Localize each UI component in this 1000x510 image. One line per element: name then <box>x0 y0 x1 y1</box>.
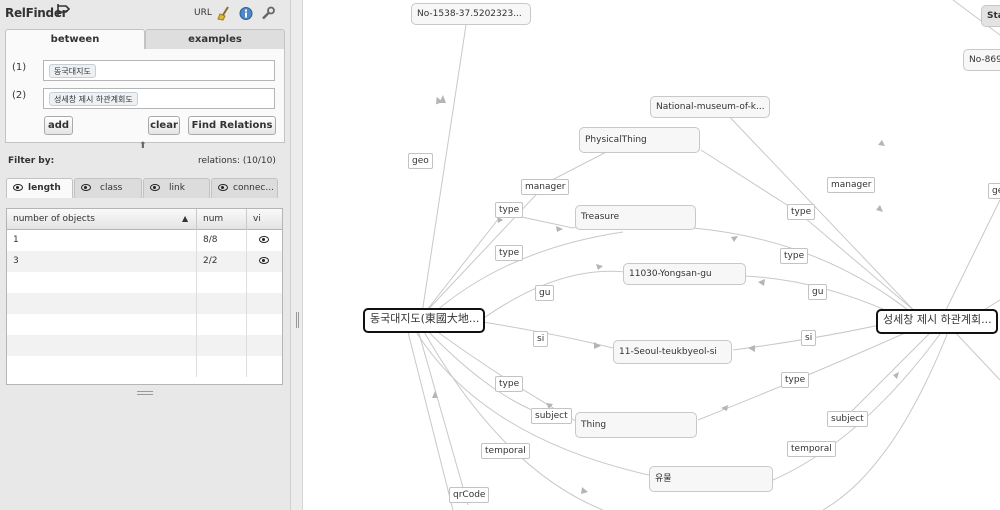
table-header: number of objects ▲ num vi <box>7 209 282 230</box>
wrench-icon[interactable] <box>261 6 275 21</box>
node-treasure[interactable]: Treasure <box>575 205 696 230</box>
filter-table: number of objects ▲ num vi 1 8/8 3 2/2 <box>6 208 283 385</box>
cell-num: 2/2 <box>197 251 247 272</box>
node-museum[interactable]: National-museum-of-k... <box>650 96 770 118</box>
edge-line <box>952 329 1000 381</box>
eye-icon[interactable] <box>259 257 269 264</box>
filter-tab-length[interactable]: length <box>6 178 73 198</box>
empty-row <box>7 356 282 377</box>
empty-row <box>7 293 282 314</box>
edge-label-temporal: temporal <box>481 443 530 459</box>
edge-label-manager: manager <box>521 179 570 195</box>
table-row[interactable]: 1 8/8 <box>7 230 282 251</box>
focus-node-left[interactable]: 동국대지도(東國大地... <box>363 308 485 333</box>
filter-tab-class-label: class <box>100 183 123 193</box>
edge-label-temporal: temporal <box>787 441 836 457</box>
node-seoul[interactable]: 11-Seoul-teukbyeol-si <box>613 340 732 364</box>
cell-visible <box>247 230 282 251</box>
filter-tab-class[interactable]: class <box>74 178 142 198</box>
filter-tab-connectivity-label: connec... <box>233 183 274 193</box>
cell-objects: 1 <box>7 230 197 251</box>
node-geo-top[interactable]: No-1538-37.5202323... <box>411 3 531 25</box>
column-header-num[interactable]: num <box>197 209 247 230</box>
info-icon[interactable] <box>239 6 253 21</box>
edge-label-si: si <box>801 330 817 346</box>
broom-icon[interactable] <box>217 6 231 21</box>
filter-tab-link[interactable]: link <box>143 178 210 198</box>
edge-label-type: type <box>787 204 816 220</box>
main-tabs: between examples <box>5 29 285 50</box>
sort-asc-icon[interactable]: ▲ <box>182 209 188 229</box>
eye-icon[interactable] <box>13 184 23 191</box>
filter-tab-link-label: link <box>169 183 185 193</box>
query-1-input[interactable]: 동국대지도 <box>43 60 275 81</box>
node-geo-right[interactable]: No-869 <box>963 49 1000 71</box>
cell-objects: 3 <box>7 251 197 272</box>
edge-line <box>942 199 1000 317</box>
clear-button[interactable]: clear <box>148 116 180 135</box>
edge-label-type: type <box>781 372 810 388</box>
edge-label-type: type <box>495 376 524 392</box>
filter-tab-connectivity[interactable]: connec... <box>211 178 278 198</box>
edge-label-manager: manager <box>827 177 876 193</box>
edge-label-gu: gu <box>808 284 828 300</box>
eye-icon[interactable] <box>218 184 228 191</box>
edge-line <box>417 329 469 506</box>
edge-label-subject: subject <box>531 408 572 424</box>
query-2-chip[interactable]: 성세창 제시 하관계회도 <box>49 92 138 106</box>
edge-line <box>847 329 934 416</box>
tab-between[interactable]: between <box>5 29 145 50</box>
node-thing[interactable]: Thing <box>575 412 697 438</box>
query-1-chip[interactable]: 동국대지도 <box>49 64 96 78</box>
filter-title: Filter by: <box>8 156 55 166</box>
left-panel: RelFinder URL between examples (1) 동국대지도… <box>0 0 291 510</box>
filter-tab-length-label: length <box>28 183 61 193</box>
edge-label-subject: subject <box>827 411 868 427</box>
cell-visible <box>247 251 282 272</box>
empty-row <box>7 314 282 335</box>
empty-row <box>7 335 282 356</box>
edge-line <box>407 331 454 510</box>
table-resize-handle[interactable] <box>137 391 153 395</box>
collapse-handle-icon[interactable]: ⬆ <box>139 141 147 151</box>
node-yongsan[interactable]: 11030-Yongsan-gu <box>623 263 746 285</box>
column-header-objects[interactable]: number of objects ▲ <box>7 209 197 230</box>
query-2-label: (2) <box>12 90 27 101</box>
focus-node-right[interactable]: 성세창 제시 하관계회... <box>876 309 998 334</box>
query-2-input[interactable]: 성세창 제시 하관계회도 <box>43 88 275 109</box>
node-physical-thing[interactable]: PhysicalThing <box>579 127 700 153</box>
edge-line <box>427 231 624 319</box>
eye-icon[interactable] <box>81 184 91 191</box>
edge-label-type: type <box>495 245 524 261</box>
graph-canvas[interactable]: No-1538-37.5202323... Sta No-869 Nationa… <box>303 0 1000 510</box>
edge-label-si: si <box>533 331 549 347</box>
empty-row <box>7 272 282 293</box>
splitter-grip-icon[interactable] <box>296 312 299 328</box>
edge-line <box>422 144 621 316</box>
cell-num: 8/8 <box>197 230 247 251</box>
edge-label-gu: gu <box>535 285 555 301</box>
relations-count: relations: (10/10) <box>198 156 276 166</box>
edge-line <box>480 270 634 321</box>
edge-label-geo: geo <box>408 153 433 169</box>
column-header-objects-label: number of objects <box>13 214 95 224</box>
add-button[interactable]: add <box>44 116 73 135</box>
edge-label-ge: ge <box>988 183 1000 199</box>
logo-arrow-icon <box>57 4 70 16</box>
query-1-label: (1) <box>12 62 27 73</box>
url-button[interactable]: URL <box>194 8 212 23</box>
tab-examples[interactable]: examples <box>145 29 285 50</box>
edge-label-type: type <box>780 248 809 264</box>
edge-label-type: type <box>495 202 524 218</box>
query-panel: (1) 동국대지도 (2) 성세창 제시 하관계회도 add clear Fin… <box>5 49 285 143</box>
edge-label-qrcode: qrCode <box>449 487 490 503</box>
table-row[interactable]: 3 2/2 <box>7 251 282 272</box>
panel-splitter[interactable] <box>291 0 303 510</box>
eye-icon[interactable] <box>150 184 160 191</box>
eye-icon[interactable] <box>259 236 269 243</box>
column-header-visible[interactable]: vi <box>247 209 282 230</box>
find-relations-button[interactable]: Find Relations <box>188 116 276 135</box>
node-right-top[interactable]: Sta <box>981 5 1000 27</box>
node-yumul[interactable]: 유물 <box>649 466 773 492</box>
